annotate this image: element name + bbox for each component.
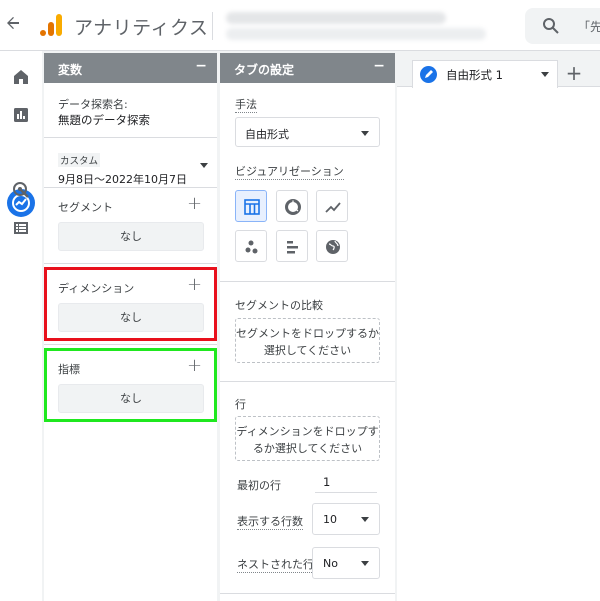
tab-strip: 自由形式 1 + — [397, 51, 600, 88]
nested-rows-label: ネストされた行 — [237, 558, 314, 573]
segment-compare-label: セグメントの比較 — [235, 299, 323, 312]
chevron-down-icon — [200, 163, 208, 168]
collapse-tab-settings-button[interactable]: − — [373, 58, 385, 74]
exploration-name-field[interactable]: 無題のデータ探索 — [58, 112, 150, 128]
line-chart-icon — [325, 202, 341, 213]
search-bar[interactable]: 「先 — [525, 8, 600, 44]
line-viz-button[interactable] — [316, 190, 348, 222]
chevron-down-icon[interactable] — [541, 72, 549, 77]
chevron-down-icon — [361, 131, 369, 136]
metric-highlight — [44, 348, 217, 422]
divider — [220, 381, 395, 382]
dimension-highlight — [44, 267, 217, 341]
divider — [44, 344, 217, 345]
edit-icon[interactable] — [420, 66, 437, 83]
divider — [220, 593, 395, 594]
donut-chart-icon — [285, 199, 301, 215]
segments-dropzone[interactable]: なし — [58, 222, 204, 251]
tab-freeform-1[interactable]: 自由形式 1 — [412, 60, 558, 88]
date-range-label: カスタム — [58, 153, 101, 167]
home-icon[interactable] — [10, 66, 32, 88]
search-icon — [542, 17, 560, 35]
top-app-bar: アナリティクス 「先 — [0, 0, 600, 51]
add-segment-button[interactable]: + — [187, 193, 202, 214]
chevron-down-icon — [361, 561, 369, 566]
technique-value: 自由形式 — [245, 128, 289, 141]
tab-settings-title: タブの設定 — [234, 63, 295, 77]
analytics-logo-icon[interactable] — [38, 12, 64, 38]
date-range-selector[interactable]: カスタム 9月8日～2022年10月7日 — [58, 149, 208, 186]
segment-compare-dropzone[interactable]: セグメントをドロップするか選択してください — [235, 318, 380, 363]
divider — [44, 137, 217, 138]
segments-label: セグメント — [58, 201, 113, 214]
add-tab-button[interactable]: + — [563, 60, 585, 86]
tab-settings-panel: タブの設定 − 手法 自由形式 ビジュアリゼーション セグメントの比較 セグメン… — [220, 53, 395, 601]
divider — [44, 263, 217, 264]
date-range-value: 9月8日～2022年10月7日 — [58, 173, 187, 186]
exploration-name-label: データ探索名: — [58, 98, 128, 111]
first-row-label: 最初の行 — [237, 479, 281, 492]
variables-title: 変数 — [58, 63, 83, 77]
first-row-input[interactable]: 1 — [315, 473, 377, 493]
geo-map-icon — [326, 240, 340, 254]
collapse-variables-button[interactable]: − — [195, 58, 207, 74]
rows-shown-select[interactable]: 10 — [312, 503, 380, 535]
app-title: アナリティクス — [74, 17, 209, 39]
tab-label: 自由形式 1 — [446, 68, 503, 82]
technique-select[interactable]: 自由形式 — [235, 117, 380, 147]
bar-chart-icon — [287, 241, 298, 254]
rows-label: 行 — [235, 398, 246, 411]
chevron-down-icon — [361, 517, 369, 522]
bar-viz-button[interactable] — [276, 230, 308, 262]
visualization-label: ビジュアリゼーション — [235, 165, 344, 180]
donut-viz-button[interactable] — [276, 190, 308, 222]
rows-shown-label: 表示する行数 — [237, 515, 303, 530]
advertising-icon[interactable] — [10, 179, 32, 201]
table-icon — [244, 199, 260, 215]
account-selector[interactable] — [226, 10, 506, 42]
search-placeholder: 「先 — [578, 20, 600, 34]
reports-icon[interactable] — [10, 104, 32, 126]
configure-icon[interactable] — [10, 217, 32, 239]
nested-rows-select[interactable]: No — [312, 547, 380, 579]
tab-settings-header: タブの設定 − — [220, 53, 395, 83]
variables-header: 変数 − — [44, 53, 217, 83]
rows-dimension-dropzone[interactable]: ディメンションをドロップするか選択してください — [235, 416, 380, 461]
divider — [44, 187, 217, 188]
exploration-canvas — [397, 51, 600, 601]
table-viz-button[interactable] — [235, 190, 267, 222]
left-nav — [0, 51, 42, 601]
nested-rows-value: No — [323, 557, 338, 570]
scatter-plot-icon — [245, 240, 258, 254]
scatter-viz-button[interactable] — [235, 230, 267, 262]
technique-label: 手法 — [235, 98, 257, 113]
divider — [220, 281, 395, 282]
geo-viz-button[interactable] — [316, 230, 348, 262]
back-arrow-icon[interactable] — [2, 14, 24, 36]
rows-shown-value: 10 — [323, 513, 337, 526]
divider — [212, 12, 213, 40]
